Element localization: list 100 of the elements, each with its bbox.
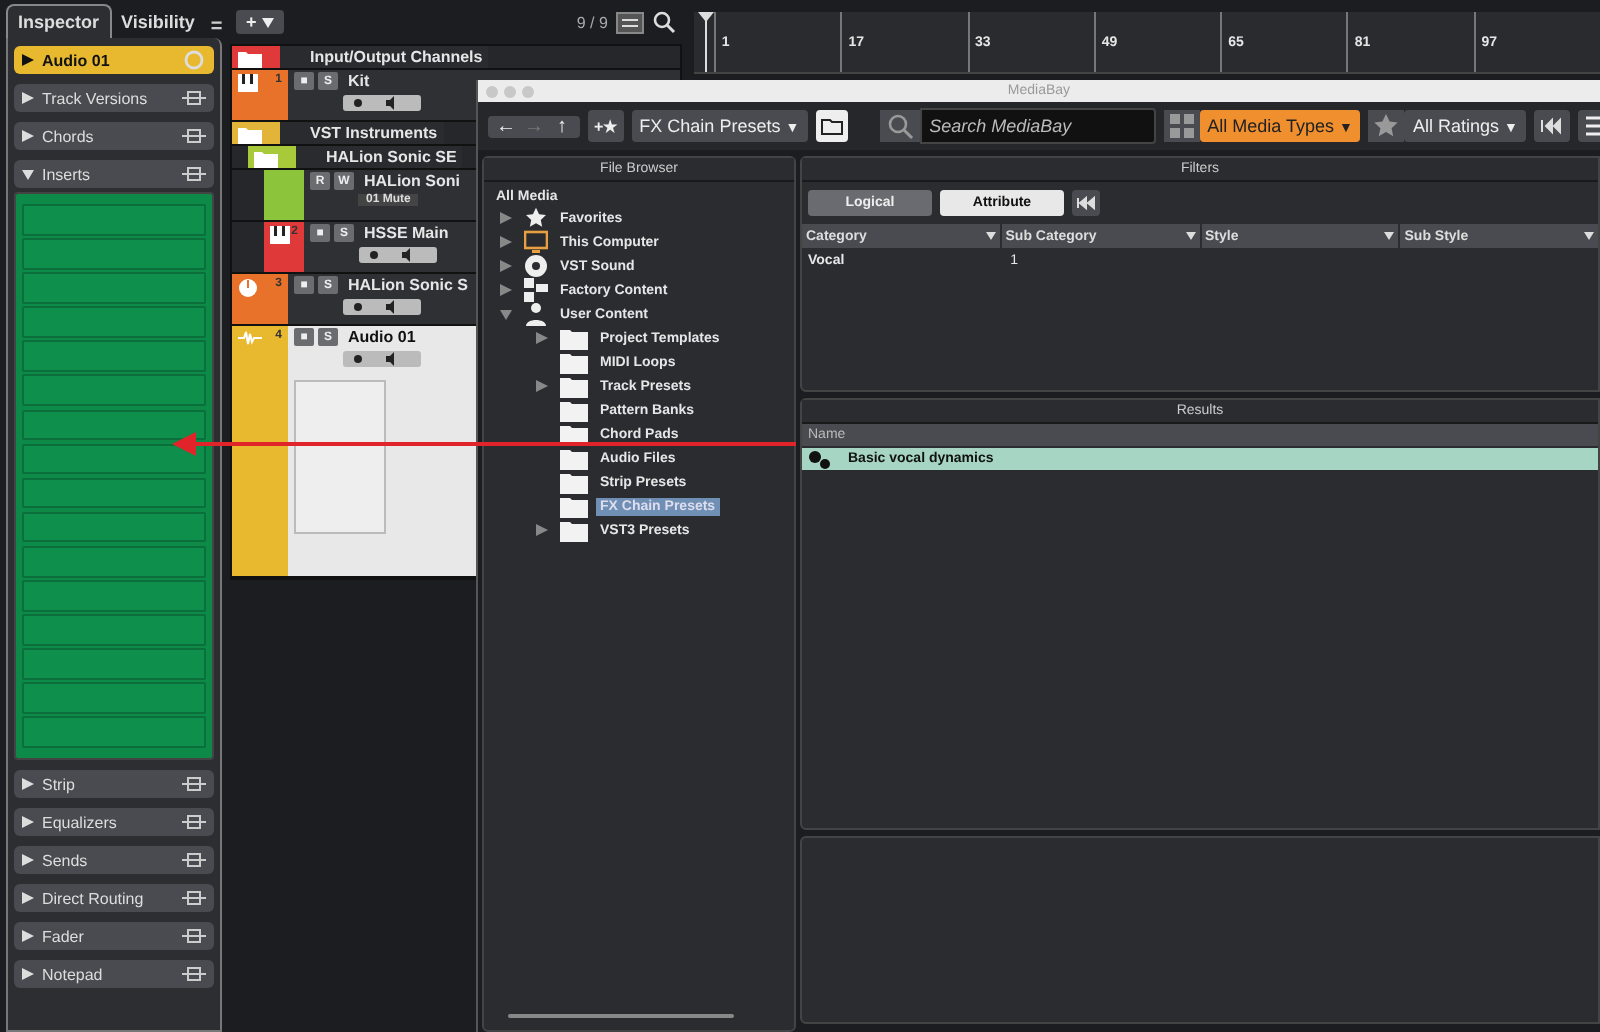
expand-arrow-icon [22, 816, 34, 828]
inspector-section[interactable]: Notepad [14, 960, 214, 988]
insert-slot[interactable] [22, 716, 206, 748]
expand-arrow-icon[interactable] [500, 236, 512, 248]
inspector-section[interactable]: Fader [14, 922, 214, 950]
add-track-button[interactable]: + [236, 10, 284, 34]
track-controls-icon[interactable] [358, 246, 438, 264]
inspector-section[interactable]: Chords [14, 122, 214, 150]
insert-slot[interactable] [22, 340, 206, 372]
insert-slot[interactable] [22, 409, 206, 441]
inspector-tab[interactable]: Inspector [6, 4, 112, 38]
section-title: Equalizers [42, 813, 119, 831]
folder-icon [560, 351, 588, 373]
folder-icon [560, 495, 588, 517]
expand-arrow-icon[interactable] [500, 284, 512, 296]
scrollbar[interactable] [508, 1014, 734, 1018]
track-controls-icon[interactable] [342, 298, 422, 316]
track-name: HALion Sonic S [348, 276, 468, 294]
insert-slot[interactable] [22, 306, 206, 338]
expand-arrow-icon[interactable] [536, 524, 548, 536]
track-name: HALion Soni [364, 172, 460, 190]
folder-icon [238, 126, 262, 144]
section-title: Sends [42, 851, 90, 869]
expand-arrow-icon[interactable] [500, 308, 512, 320]
star-icon [524, 206, 548, 230]
window-control-dot[interactable] [522, 85, 534, 97]
track-count: 9 / 9 [576, 13, 608, 31]
expand-arrow-icon[interactable] [500, 212, 512, 224]
track-name: Input/Output Channels [310, 48, 483, 66]
navigation-button[interactable]: ↑ [548, 115, 576, 137]
list-view-icon[interactable] [615, 11, 644, 33]
inspector-tab[interactable]: Visibility [111, 6, 205, 38]
section-title: Direct Routing [42, 889, 146, 907]
expand-arrow-icon [22, 168, 34, 180]
section-title: Fader [42, 927, 86, 945]
insert-slot[interactable] [22, 374, 206, 407]
search-icon [879, 110, 920, 142]
reset-icon[interactable] [1072, 190, 1100, 216]
reset-icon[interactable] [1533, 110, 1570, 142]
inspector-section[interactable]: Audio 01 [14, 46, 214, 74]
expand-arrow-icon [22, 54, 34, 66]
blocks-icon [524, 278, 548, 302]
insert-slot[interactable] [22, 682, 206, 714]
person-icon [524, 302, 548, 326]
section-title: Notepad [42, 965, 105, 983]
folder-icon [560, 447, 588, 469]
caret-icon [1384, 232, 1395, 240]
expand-arrow-icon[interactable] [536, 380, 548, 392]
insert-slot[interactable] [22, 477, 206, 509]
folder-icon[interactable] [815, 110, 848, 142]
track-name: Audio 01 [348, 328, 416, 346]
insert-slot[interactable] [22, 238, 206, 270]
expand-arrow-icon[interactable] [500, 260, 512, 272]
inspector-section[interactable]: Track Versions [14, 84, 214, 112]
insert-slot[interactable] [22, 580, 206, 612]
section-title: Chords [42, 127, 96, 145]
insert-slot[interactable] [22, 443, 206, 475]
search-icon[interactable] [651, 10, 676, 34]
folder-icon [560, 471, 588, 493]
caret-icon [1584, 232, 1594, 240]
insert-slot[interactable] [22, 511, 206, 543]
track-name: VST Instruments [310, 124, 438, 142]
track-name: Kit [348, 72, 370, 90]
caret-icon [1185, 232, 1195, 240]
window-control-dot[interactable] [504, 85, 516, 97]
folder-icon [560, 519, 588, 541]
window-control-dot[interactable] [486, 85, 498, 97]
folder-icon [560, 375, 588, 397]
insert-slot[interactable] [22, 545, 206, 578]
section-title: Audio 01 [42, 51, 112, 69]
inspector-section[interactable]: Direct Routing [14, 884, 214, 912]
navigation-button[interactable]: ← [492, 115, 520, 137]
playhead-icon[interactable] [697, 12, 714, 72]
favorite-button[interactable]: +★ [588, 110, 624, 142]
inspector-section[interactable]: Inserts [14, 160, 214, 188]
expand-arrow-icon [22, 930, 34, 942]
section-title: Track Versions [42, 89, 150, 107]
caret-icon [261, 18, 274, 28]
inspector-section[interactable]: Sends [14, 846, 214, 874]
inspector-section[interactable]: Strip [14, 770, 214, 798]
folder-icon [254, 150, 278, 168]
folder-icon [560, 399, 588, 421]
monitor-icon [524, 230, 548, 254]
insert-slot[interactable] [22, 272, 206, 304]
section-title: Inserts [42, 165, 93, 183]
expand-arrow-icon [22, 92, 34, 104]
track-name: HSSE Main [364, 224, 449, 242]
track-controls-icon[interactable] [342, 350, 422, 368]
expand-arrow-icon [22, 892, 34, 904]
preset-icon [808, 449, 832, 469]
expand-arrow-icon [22, 130, 34, 142]
insert-slot[interactable] [22, 614, 206, 646]
inspector-section[interactable]: Equalizers [14, 808, 214, 836]
track-controls-icon[interactable] [342, 94, 422, 112]
piano-icon [238, 74, 258, 92]
insert-slot[interactable] [22, 204, 206, 236]
expand-arrow-icon[interactable] [536, 332, 548, 344]
insert-slot[interactable] [22, 648, 206, 680]
inspector-menu-button[interactable]: = [204, 16, 229, 38]
search-field[interactable]: Search MediaBay [919, 108, 1156, 144]
